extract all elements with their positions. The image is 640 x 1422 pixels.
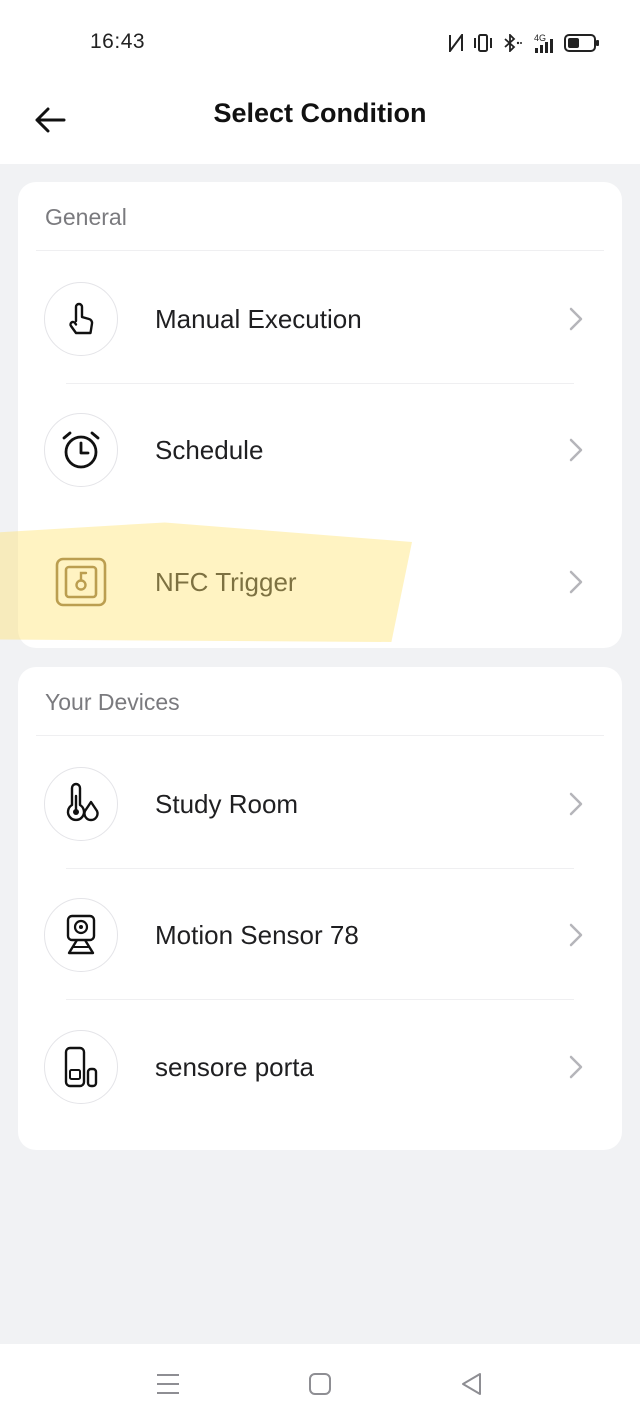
vibrate-icon: [473, 34, 493, 52]
devices-section: Your Devices Study Room Motion Sensor 78…: [18, 667, 622, 1150]
condition-item-label: NFC Trigger: [155, 566, 297, 597]
section-divider: [36, 250, 604, 251]
alarm-clock-icon: [44, 413, 118, 487]
section-title-devices: Your Devices: [45, 689, 180, 715]
status-bar: 16:43 4G: [0, 0, 640, 84]
chevron-right-icon: [569, 792, 583, 816]
thermometer-humidity-icon: [44, 767, 118, 841]
menu-button[interactable]: [148, 1366, 188, 1406]
back-triangle-icon: [460, 1372, 484, 1401]
motion-sensor-icon: [44, 898, 118, 972]
bluetooth-icon: [502, 34, 522, 52]
status-icons: 4G: [448, 30, 600, 56]
device-item-motion-sensor-78[interactable]: Motion Sensor 78: [18, 870, 622, 1000]
menu-icon: [155, 1372, 181, 1401]
section-title-general: General: [45, 204, 127, 230]
nfc-tag-icon: [44, 545, 118, 619]
door-sensor-icon: [44, 1030, 118, 1104]
system-nav-bar: [0, 1344, 640, 1422]
network-label: 4G: [534, 33, 546, 43]
status-time: 16:43: [90, 30, 146, 53]
condition-item-nfc-trigger[interactable]: NFC Trigger: [18, 517, 622, 647]
condition-item-label: Schedule: [155, 434, 264, 465]
chevron-right-icon: [569, 307, 583, 331]
home-square-icon: [308, 1372, 332, 1401]
section-divider: [36, 735, 604, 736]
chevron-right-icon: [569, 923, 583, 947]
nfc-icon: [448, 34, 464, 52]
device-item-label: Study Room: [155, 788, 299, 819]
page-title: Select Condition: [213, 98, 427, 128]
condition-item-manual-execution[interactable]: Manual Execution: [18, 254, 622, 384]
battery-icon: [564, 33, 600, 53]
signal-4g-icon: 4G: [531, 32, 555, 54]
chevron-right-icon: [569, 438, 583, 462]
device-item-label: sensore porta: [155, 1051, 314, 1082]
hand-tap-icon: [44, 282, 118, 356]
condition-item-label: Manual Execution: [155, 303, 362, 334]
general-section: General Manual Execution Schedule NFC Tr…: [18, 182, 622, 648]
system-back-button[interactable]: [452, 1366, 492, 1406]
device-item-study-room[interactable]: Study Room: [18, 739, 622, 869]
device-item-label: Motion Sensor 78: [155, 919, 359, 950]
condition-item-schedule[interactable]: Schedule: [18, 385, 622, 515]
chevron-right-icon: [569, 570, 583, 594]
app-header: Select Condition: [0, 84, 640, 164]
home-button[interactable]: [300, 1366, 340, 1406]
device-item-sensore-porta[interactable]: sensore porta: [18, 1002, 622, 1132]
chevron-right-icon: [569, 1055, 583, 1079]
